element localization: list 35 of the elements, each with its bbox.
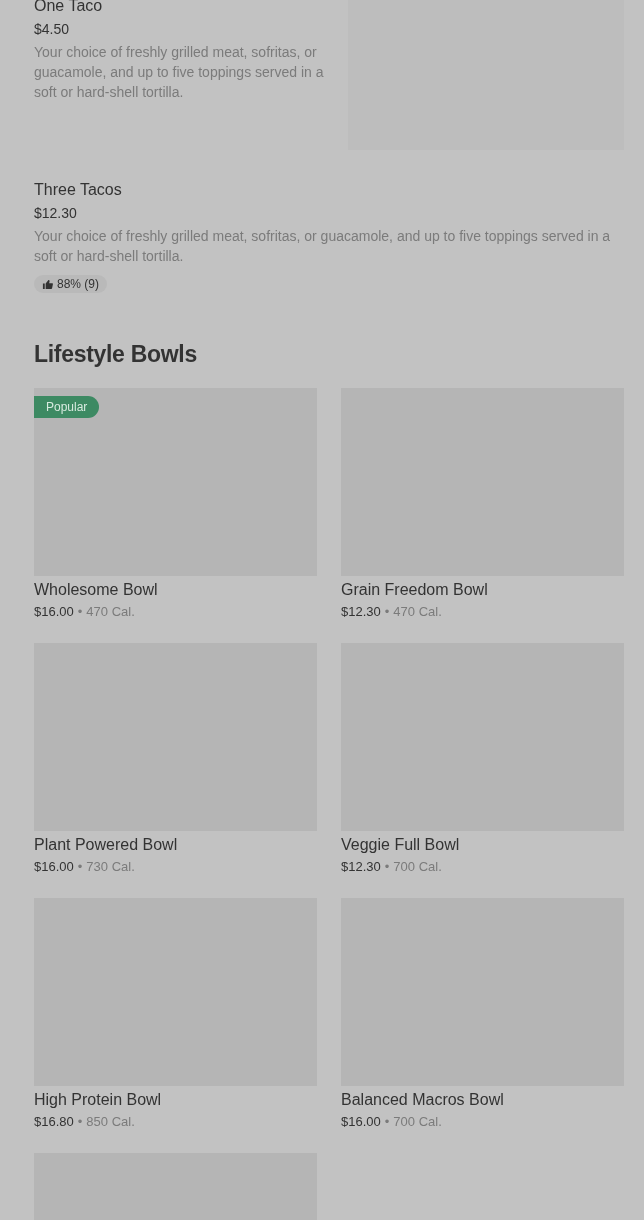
- separator-dot: •: [384, 604, 390, 619]
- bowl-name: Grain Freedom Bowl: [341, 580, 489, 600]
- bowl-name: Balanced Macros Bowl: [341, 1090, 505, 1110]
- bowl-calories: 730 Cal.: [86, 859, 135, 874]
- bowl-calories: 700 Cal.: [393, 1114, 442, 1129]
- separator-dot: •: [77, 859, 83, 874]
- popular-badge: Popular: [34, 396, 100, 418]
- separator-dot: •: [77, 604, 83, 619]
- item-name: One Taco: [34, 0, 103, 16]
- section-heading: Lifestyle Bowls: [34, 341, 198, 368]
- separator-dot: •: [384, 1114, 390, 1129]
- bowl-name: High Protein Bowl: [34, 1090, 163, 1110]
- bowl-price: $12.30: [341, 604, 381, 619]
- bowl-price: $16.00: [341, 1114, 381, 1129]
- item-description: Your choice of freshly grilled meat, sofritas, or guacamole, and up to five toppings served in a soft or hard-shell tortilla.: [34, 43, 325, 102]
- bowl-name: Plant Powered Bowl: [34, 835, 179, 855]
- bowl-calories: 850 Cal.: [86, 1114, 135, 1129]
- bowl-calories: 470 Cal.: [393, 604, 442, 619]
- thumbs-up-icon: [42, 278, 53, 290]
- bowl-calories: 470 Cal.: [86, 604, 135, 619]
- separator-dot: •: [77, 1114, 83, 1129]
- bowl-price: $16.80: [34, 1114, 74, 1129]
- image-placeholder[interactable]: Popular: [34, 388, 317, 576]
- bowl-price: $16.00: [34, 604, 74, 619]
- item-price: $12.30: [34, 204, 77, 222]
- item-description: Your choice of freshly grilled meat, sofritas, or guacamole, and up to five toppings served in a soft or hard-shell tortilla.: [34, 227, 612, 266]
- item-name: Three Tacos: [34, 180, 122, 200]
- bowl-price: $12.30: [341, 859, 381, 874]
- bowl-name: Wholesome Bowl: [34, 580, 159, 600]
- bowl-price: $16.00: [34, 859, 74, 874]
- item-price: $4.50: [34, 20, 70, 38]
- rating-badge: 88% (9): [34, 275, 108, 293]
- bowl-calories: 700 Cal.: [393, 859, 442, 874]
- separator-dot: •: [384, 859, 390, 874]
- bowl-name: Veggie Full Bowl: [341, 835, 461, 855]
